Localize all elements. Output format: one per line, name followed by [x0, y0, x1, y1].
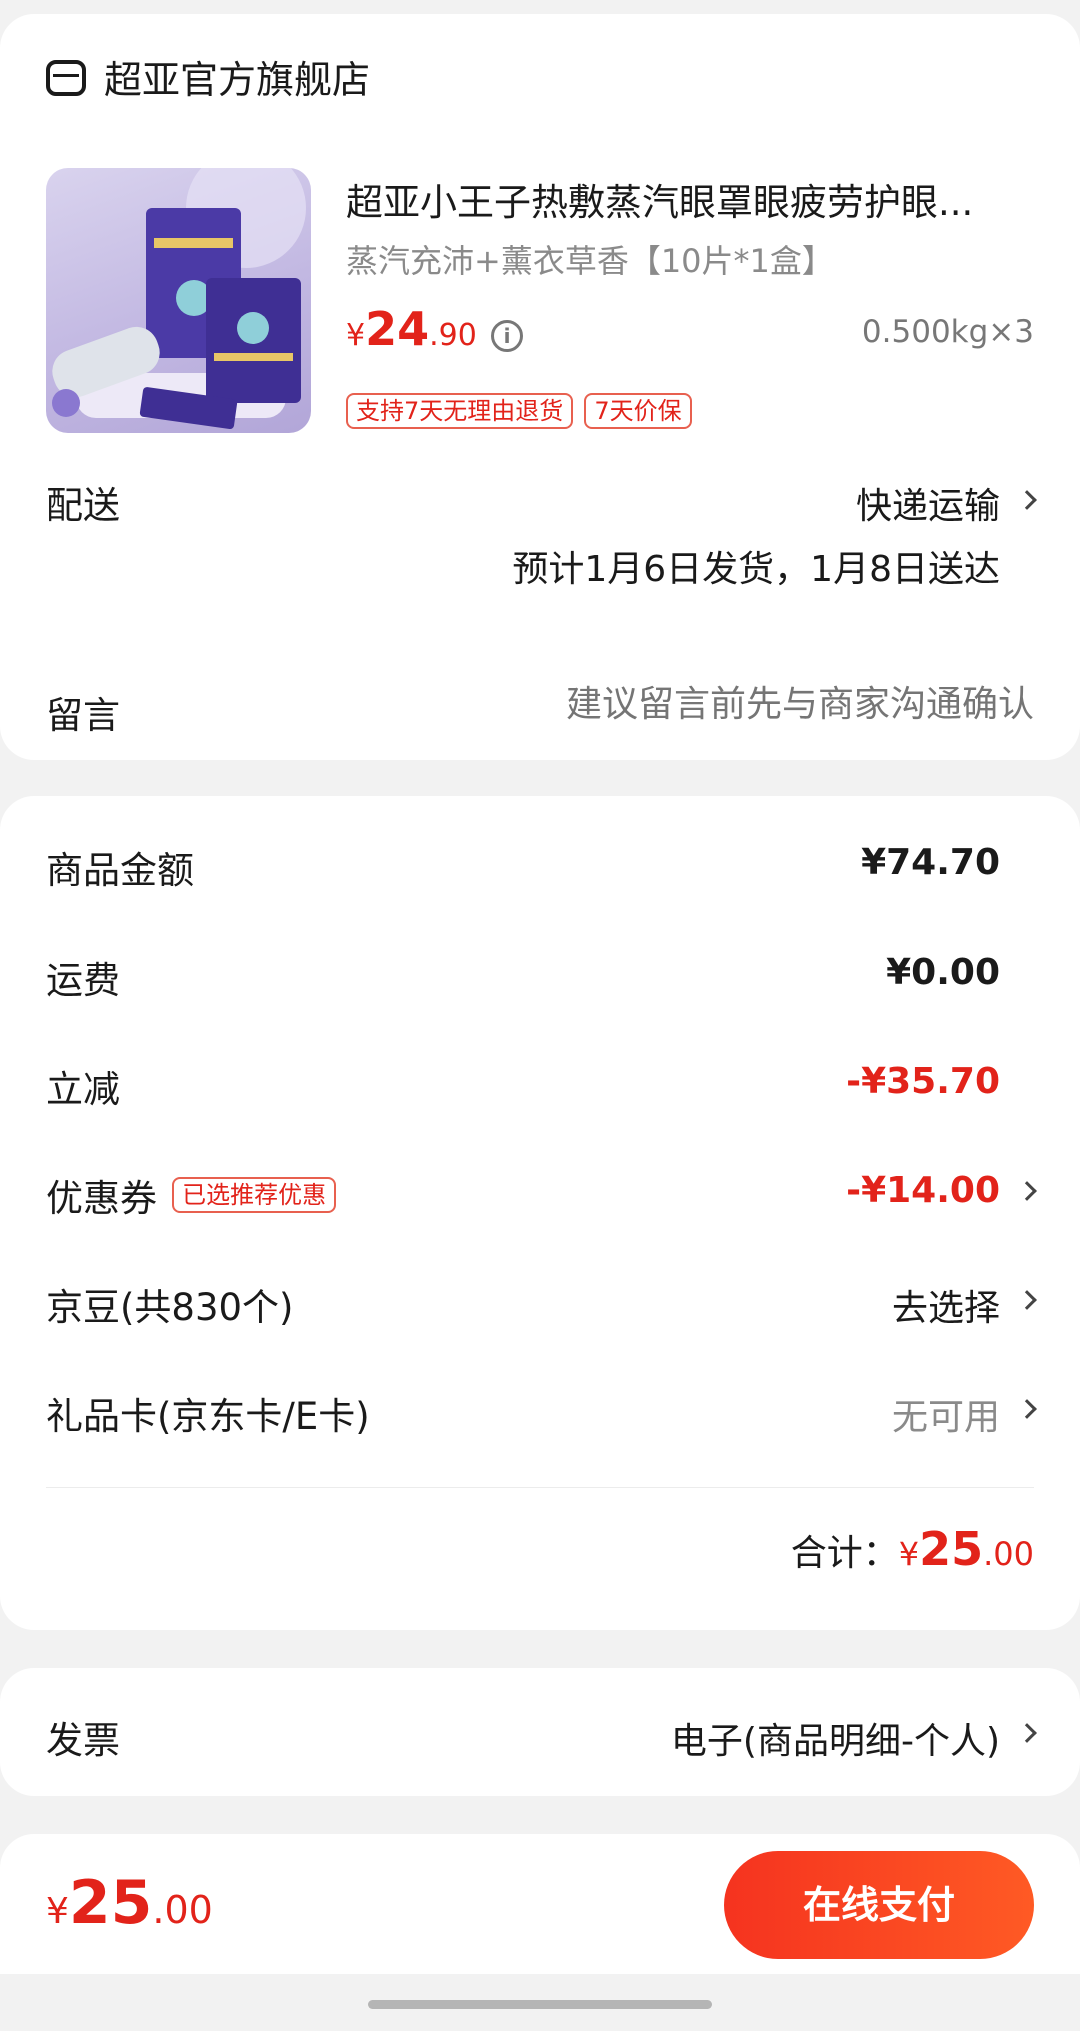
product-title[interactable]: 超亚小王子热敷蒸汽眼罩眼疲劳护眼... — [346, 172, 973, 226]
instant-discount-value: -¥35.70 — [846, 1061, 1000, 1102]
checkout-total: ¥25.00 — [46, 1868, 213, 1938]
tag-7day-return: 支持7天无理由退货 — [346, 393, 574, 429]
service-tags: 支持7天无理由退货 7天价保 — [346, 393, 692, 429]
jd-bean-select[interactable]: 去选择 — [892, 1279, 1000, 1331]
coupon-value[interactable]: -¥14.00 — [846, 1170, 1000, 1211]
coupon-row[interactable]: 优惠券 已选推荐优惠 — [46, 1168, 337, 1222]
coupon-label: 优惠券 — [46, 1177, 157, 1220]
coupon-recommended-tag: 已选推荐优惠 — [172, 1177, 337, 1213]
pay-online-button[interactable]: 在线支付 — [724, 1851, 1034, 1959]
subtotal-amount: 25 — [919, 1522, 984, 1576]
message-input[interactable] — [474, 676, 1034, 732]
jd-bean-label: 京豆(共830个) — [46, 1286, 294, 1329]
delivery-estimate: 预计1月6日发货，1月8日送达 — [512, 549, 1000, 590]
instant-discount-label: 立减 — [46, 1068, 120, 1111]
tag-price-protect: 7天价保 — [584, 393, 692, 429]
home-indicator[interactable] — [368, 2000, 712, 2009]
store-icon — [46, 60, 86, 96]
delivery-label: 配送 — [46, 484, 120, 527]
product-price: ¥24.90 — [346, 302, 477, 356]
invoice-value[interactable]: 电子(商品明细-个人) — [671, 1712, 1000, 1764]
subtotal-label: 合计： — [790, 1533, 899, 1574]
product-weight-qty: 0.500kg×3 — [861, 314, 1034, 350]
product-spec[interactable]: 蒸汽充沛+薰衣草香【10片*1盒】 — [346, 236, 834, 282]
goods-amount-label: 商品金额 — [46, 849, 194, 892]
subtotal: 合计：¥25.00 — [790, 1522, 1034, 1576]
goods-amount-value: ¥74.70 — [861, 842, 1000, 883]
store-name: 超亚官方旗舰店 — [104, 58, 371, 102]
invoice-label: 发票 — [46, 1719, 120, 1762]
delivery-method[interactable]: 快递运输 — [856, 477, 1000, 529]
gift-card-value[interactable]: 无可用 — [892, 1388, 1000, 1440]
product-illustration — [52, 168, 306, 430]
shipping-fee-label: 运费 — [46, 959, 120, 1002]
shipping-fee-value: ¥0.00 — [886, 952, 1000, 993]
message-label: 留言 — [46, 694, 120, 737]
price-info-icon[interactable]: i — [491, 320, 523, 352]
product-image[interactable] — [46, 168, 311, 433]
summary-divider — [46, 1487, 1034, 1488]
gift-card-label: 礼品卡(京东卡/E卡) — [46, 1395, 370, 1438]
